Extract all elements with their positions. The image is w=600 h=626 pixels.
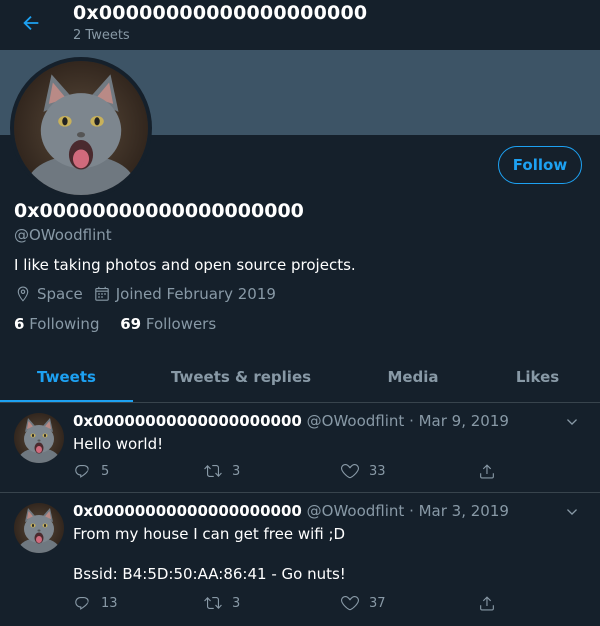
- tab-tweets-replies[interactable]: Tweets & replies: [133, 352, 349, 401]
- following-link[interactable]: 6 Following: [14, 315, 99, 333]
- retweet-count: 3: [232, 595, 241, 611]
- tweet-date[interactable]: Mar 3, 2019: [419, 502, 509, 520]
- profile-bio: I like taking photos and open source pro…: [14, 256, 356, 274]
- tweet-item[interactable]: 0x00000000000000000000 @OWoodflint · Mar…: [0, 493, 600, 626]
- tweet-author-handle[interactable]: @OWoodflint: [307, 502, 405, 520]
- retweet-button[interactable]: 3: [204, 594, 240, 612]
- share-icon: [480, 596, 494, 611]
- tweet-menu-button[interactable]: [564, 414, 580, 430]
- profile-meta: Space Joined February 2019: [14, 285, 276, 303]
- cat-avatar-image: [14, 503, 64, 553]
- like-button[interactable]: 37: [341, 594, 386, 612]
- followers-link[interactable]: 69 Followers: [120, 315, 216, 333]
- tweet-header: 0x00000000000000000000 @OWoodflint · Mar…: [73, 502, 509, 520]
- reply-count: 13: [101, 595, 118, 611]
- tweet-author-handle[interactable]: @OWoodflint: [307, 412, 405, 430]
- tab-tweets[interactable]: Tweets: [0, 352, 133, 402]
- tweet-item[interactable]: 0x00000000000000000000 @OWoodflint · Mar…: [0, 403, 600, 493]
- tab-likes[interactable]: Likes: [477, 352, 598, 401]
- reply-button[interactable]: 13: [73, 594, 118, 612]
- like-count: 37: [369, 595, 386, 611]
- cat-avatar-image: [14, 61, 148, 195]
- back-button[interactable]: [16, 8, 46, 38]
- retweet-icon: [204, 465, 222, 477]
- profile-tabs: Tweets Tweets & replies Media Likes: [0, 352, 600, 403]
- profile-joined: Joined February 2019: [115, 285, 276, 303]
- tweet-count: 2 Tweets: [73, 28, 130, 43]
- retweet-count: 3: [232, 463, 241, 479]
- reply-icon: [75, 597, 89, 610]
- share-button[interactable]: [478, 594, 506, 612]
- chevron-down-icon: [567, 419, 577, 425]
- share-button[interactable]: [478, 462, 506, 480]
- follow-button[interactable]: Follow: [498, 146, 582, 184]
- profile-display-name: 0x00000000000000000000: [14, 200, 304, 222]
- tweet-text: Hello world!: [73, 435, 164, 453]
- tweet-header: 0x00000000000000000000 @OWoodflint · Mar…: [73, 412, 509, 430]
- profile-avatar[interactable]: [10, 57, 152, 199]
- tweet-text: From my house I can get free wifi ;D: [73, 525, 346, 543]
- tweet-author-name[interactable]: 0x00000000000000000000: [73, 412, 302, 430]
- header-title: 0x00000000000000000000: [73, 2, 368, 24]
- back-arrow-icon: [23, 15, 39, 31]
- location-icon: [14, 285, 32, 303]
- tweet-menu-button[interactable]: [564, 504, 580, 520]
- cat-avatar-image: [14, 413, 64, 463]
- tab-media[interactable]: Media: [349, 352, 477, 401]
- retweet-icon: [204, 597, 222, 609]
- tweet-author-name[interactable]: 0x00000000000000000000: [73, 502, 302, 520]
- tweet-text-line2: Bssid: B4:5D:50:AA:86:41 - Go nuts!: [73, 565, 346, 583]
- profile-handle: @OWoodflint: [14, 226, 112, 244]
- calendar-icon: [93, 285, 111, 303]
- tweet-date[interactable]: Mar 9, 2019: [419, 412, 509, 430]
- share-icon: [480, 464, 494, 479]
- reply-count: 5: [101, 463, 110, 479]
- retweet-button[interactable]: 3: [204, 462, 240, 480]
- profile-location: Space: [37, 285, 83, 303]
- follow-stats: 6 Following 69 Followers: [14, 315, 232, 333]
- like-button[interactable]: 33: [341, 462, 386, 480]
- like-icon: [341, 463, 359, 479]
- tweet-avatar[interactable]: [14, 503, 64, 553]
- like-count: 33: [369, 463, 386, 479]
- chevron-down-icon: [567, 509, 577, 515]
- top-header: 0x00000000000000000000 2 Tweets: [0, 0, 600, 50]
- tweet-actions: 13 3 37: [73, 594, 503, 614]
- like-icon: [341, 595, 359, 611]
- tweet-avatar[interactable]: [14, 413, 64, 463]
- reply-button[interactable]: 5: [73, 462, 109, 480]
- tweet-actions: 5 3 33: [73, 462, 503, 482]
- reply-icon: [75, 465, 89, 478]
